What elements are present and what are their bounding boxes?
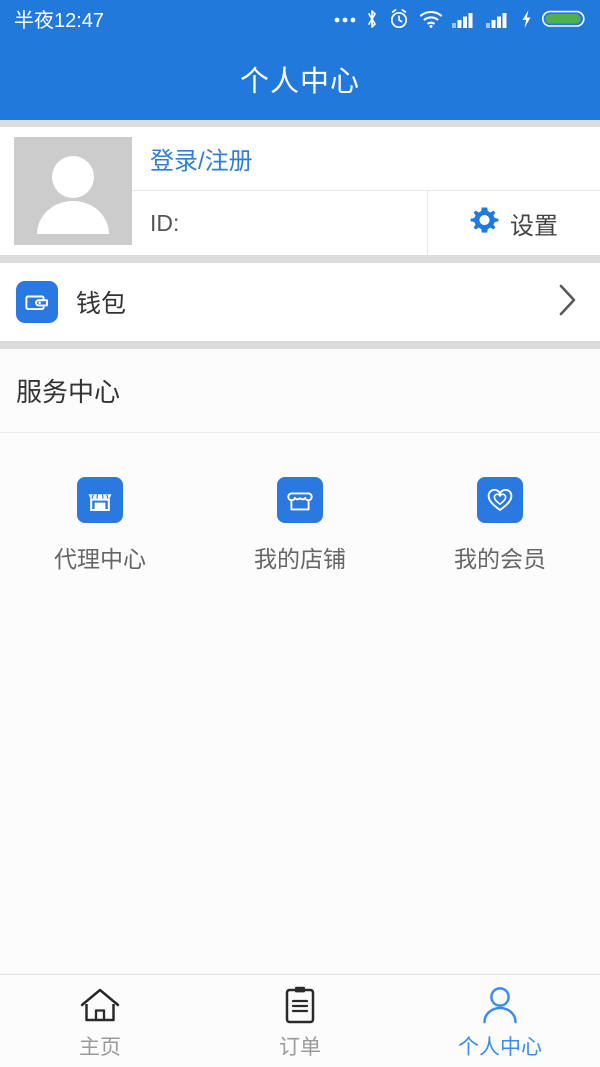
clipboard-orders-icon: [282, 985, 318, 1025]
app-header: 个人中心: [0, 37, 600, 120]
avatar[interactable]: [14, 137, 132, 245]
id-settings-row: ID: 设置: [132, 191, 600, 255]
wallet-icon: [16, 281, 58, 323]
home-icon: [78, 985, 122, 1025]
chevron-right-icon: [556, 280, 580, 325]
page-title: 个人中心: [239, 65, 360, 98]
service-item-label: 代理中心: [54, 546, 146, 572]
bluetooth-icon: [365, 8, 379, 30]
service-center-header: 服务中心: [0, 349, 600, 433]
service-item-label: 我的店铺: [254, 546, 346, 572]
heart-members-icon: [477, 477, 523, 523]
service-center-section: 服务中心 代理中心 我的店铺 我的会员: [0, 349, 600, 974]
wifi-icon: [419, 9, 443, 29]
profile-details: 登录/注册 ID: 设置: [132, 127, 600, 255]
service-item-my-shop[interactable]: 我的店铺: [200, 477, 400, 574]
nav-label: 订单: [279, 1036, 321, 1059]
section-divider-3: [0, 341, 600, 349]
gear-icon: [470, 206, 499, 240]
alarm-clock-icon: [388, 8, 410, 30]
service-center-title: 服务中心: [16, 377, 121, 407]
nav-label: 个人中心: [458, 1036, 542, 1059]
more-ellipsis-icon: [334, 15, 356, 23]
login-register-link[interactable]: 登录/注册: [150, 141, 253, 176]
service-item-my-members[interactable]: 我的会员: [400, 477, 600, 574]
charging-bolt-icon: [520, 8, 533, 30]
app-screen: 半夜12:47 个人中心 登录/注册 ID: 设置 钱包 服务中心 代理中心 我…: [0, 0, 600, 1067]
wallet-label: 钱包: [76, 290, 127, 318]
my-shop-icon: [277, 477, 323, 523]
section-divider: [0, 120, 600, 127]
service-grid: 代理中心 我的店铺 我的会员: [0, 433, 600, 574]
signal-bars-secondary-icon: [486, 9, 511, 29]
status-icon-group: [334, 8, 586, 30]
status-time: 半夜12:47: [14, 10, 105, 32]
id-label: ID:: [150, 209, 180, 236]
agent-store-icon: [77, 477, 123, 523]
nav-item-orders[interactable]: 订单: [200, 975, 400, 1067]
nav-item-home[interactable]: 主页: [0, 975, 200, 1067]
user-placeholder-icon: [37, 156, 109, 235]
nav-label: 主页: [79, 1036, 121, 1059]
service-item-label: 我的会员: [454, 546, 546, 572]
nav-item-personal-center[interactable]: 个人中心: [400, 975, 600, 1067]
profile-card: 登录/注册 ID: 设置: [0, 127, 600, 255]
id-cell: ID:: [132, 191, 428, 255]
settings-button[interactable]: 设置: [428, 191, 600, 255]
signal-bars-icon: [452, 9, 477, 29]
status-bar: 半夜12:47: [0, 0, 600, 37]
settings-label: 设置: [510, 212, 558, 240]
login-row: 登录/注册: [132, 127, 600, 191]
wallet-row[interactable]: 钱包: [0, 263, 600, 341]
bottom-navigation: 主页 订单 个人中心: [0, 974, 600, 1067]
service-item-agent-center[interactable]: 代理中心: [0, 477, 200, 574]
battery-icon: [542, 9, 586, 29]
person-icon: [480, 985, 520, 1025]
section-divider-2: [0, 255, 600, 263]
